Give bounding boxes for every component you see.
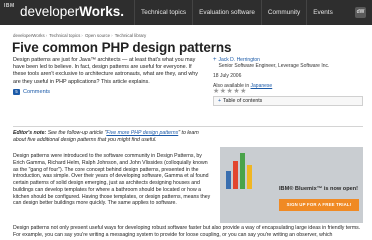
ibm-logo[interactable]: IBM bbox=[4, 3, 15, 9]
divider bbox=[13, 126, 363, 127]
breadcrumb-separator: › bbox=[45, 33, 48, 38]
editors-note: Editor's note: See the follow-up article… bbox=[13, 130, 211, 144]
nav-technical-topics[interactable]: Technical topics bbox=[134, 0, 192, 25]
breadcrumb: developerWorks› Technical topics› Open s… bbox=[13, 33, 146, 38]
japanese-link[interactable]: Japanese bbox=[251, 83, 273, 89]
brand-suffix: Works. bbox=[79, 4, 125, 19]
bluemix-ad[interactable]: IBM® Bluemix™ is now open! SIGN UP FOR A… bbox=[220, 147, 363, 223]
table-of-contents-toggle[interactable]: + Table of contents bbox=[213, 96, 363, 106]
author-info: + Jack D. Herrington Senior Software Eng… bbox=[213, 57, 363, 89]
toc-label: Table of contents bbox=[223, 98, 263, 104]
expand-plus-icon: + bbox=[218, 98, 222, 104]
dw-badge[interactable]: dW bbox=[355, 7, 366, 18]
free-trial-button[interactable]: SIGN UP FOR A FREE TRIAL! bbox=[279, 199, 359, 211]
developerworks-logo[interactable]: developerWorks. bbox=[20, 3, 124, 21]
bluemix-logo-icon bbox=[226, 153, 252, 189]
nav-community[interactable]: Community bbox=[260, 0, 306, 25]
follow-up-article-link[interactable]: Five more PHP design patterns bbox=[106, 130, 178, 136]
body-paragraph-2: Design patterns not only present useful … bbox=[13, 225, 361, 238]
main-nav: Technical topics Evaluation software Com… bbox=[134, 0, 339, 25]
ad-headline: IBM® Bluemix™ is now open! bbox=[279, 186, 359, 192]
publish-date: 18 July 2006 bbox=[213, 73, 242, 79]
logo-bar bbox=[247, 165, 252, 189]
breadcrumb-item[interactable]: Technical topics bbox=[49, 33, 80, 38]
editors-note-text: See the follow-up article " bbox=[47, 130, 107, 136]
breadcrumb-item[interactable]: Technical library bbox=[115, 33, 146, 38]
rating-stars[interactable]: ★★★★★ bbox=[213, 87, 247, 95]
editors-note-label: Editor's note: bbox=[13, 130, 47, 136]
comments-count-badge: 5 bbox=[13, 89, 20, 95]
page-title: Five common PHP design patterns bbox=[12, 40, 232, 55]
author-role: Senior Software Engineer, Leverage Softw… bbox=[218, 63, 330, 69]
expand-plus-icon[interactable]: + bbox=[213, 57, 217, 63]
logo-bar bbox=[226, 171, 231, 189]
author-row: + Jack D. Herrington Senior Software Eng… bbox=[213, 57, 363, 69]
comments-link[interactable]: 5 Comments bbox=[13, 89, 50, 95]
comments-label: Comments bbox=[23, 89, 51, 95]
nav-evaluation-software[interactable]: Evaluation software bbox=[192, 0, 261, 25]
breadcrumb-separator: › bbox=[111, 33, 113, 38]
body-paragraph: Design patterns were introduced to the s… bbox=[13, 153, 211, 207]
nav-events[interactable]: Events bbox=[306, 0, 339, 25]
article-summary: Design patterns are just for Java™ archi… bbox=[13, 57, 198, 85]
top-navigation-bar: IBM developerWorks. Technical topics Eva… bbox=[0, 0, 372, 25]
logo-bar bbox=[240, 153, 245, 189]
breadcrumb-separator: › bbox=[81, 33, 83, 38]
breadcrumb-item[interactable]: developerWorks bbox=[13, 33, 45, 38]
brand-prefix: developer bbox=[20, 4, 80, 19]
logo-bar bbox=[233, 161, 238, 189]
breadcrumb-item[interactable]: Open source bbox=[85, 33, 110, 38]
